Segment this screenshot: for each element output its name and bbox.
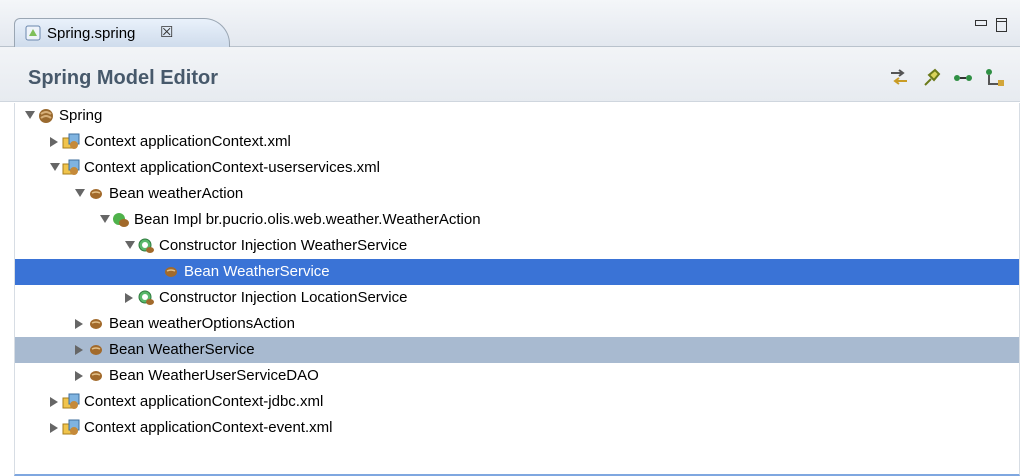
collapsed-arrow-icon[interactable] [75, 319, 83, 329]
spring-file-icon [25, 25, 41, 45]
bean-icon [87, 185, 105, 203]
page-title: Spring Model Editor [28, 67, 218, 89]
tree-row-label: Constructor Injection LocationService [159, 289, 408, 306]
expanded-arrow-icon[interactable] [100, 215, 110, 223]
tree-row[interactable]: Context applicationContext.xml [15, 129, 1019, 155]
context-icon [62, 419, 80, 437]
collapsed-arrow-icon[interactable] [75, 371, 83, 381]
expanded-arrow-icon[interactable] [125, 241, 135, 249]
collapsed-arrow-icon[interactable] [50, 397, 58, 407]
sync-icon[interactable] [888, 67, 910, 89]
collapsed-arrow-icon[interactable] [125, 293, 133, 303]
tree-row-label: Constructor Injection WeatherService [159, 237, 408, 254]
pin-icon[interactable] [920, 67, 942, 89]
hierarchy-icon[interactable] [984, 67, 1006, 89]
tree-row[interactable]: Bean weatherOptionsAction [15, 311, 1019, 337]
tab-spring-file[interactable]: Spring.spring ☒ [14, 18, 230, 47]
close-icon[interactable]: ☒ [160, 23, 173, 41]
tree-row[interactable]: Context applicationContext-jdbc.xml [15, 389, 1019, 415]
spring-model-tree: Spring Context applicationContext.xml Cont… [14, 103, 1020, 458]
expanded-arrow-icon[interactable] [75, 189, 85, 197]
collapsed-arrow-icon[interactable] [75, 345, 83, 355]
constructor-injection-icon [137, 237, 155, 255]
context-icon [62, 393, 80, 411]
tree-row[interactable]: Context applicationContext-event.xml [15, 415, 1019, 441]
bean-icon [87, 367, 105, 385]
editor-toolbar [888, 67, 1006, 89]
spring-icon [37, 107, 55, 125]
tree-row-label: Bean WeatherService [109, 341, 255, 358]
tree-row[interactable]: Constructor Injection LocationService [15, 285, 1019, 311]
editor-header: Spring Model Editor [0, 47, 1020, 102]
collapsed-arrow-icon[interactable] [50, 137, 58, 147]
tree-row[interactable]: Context applicationContext-userservices.… [15, 155, 1019, 181]
maximize-icon[interactable] [996, 18, 1007, 32]
context-icon [62, 159, 80, 177]
tree-row[interactable]: Bean WeatherService [15, 337, 1019, 363]
tree-row[interactable]: Bean WeatherService [15, 259, 1019, 285]
tree-row[interactable]: Bean Impl br.pucrio.olis.web.weather.Wea… [15, 207, 1019, 233]
minimize-icon[interactable] [975, 20, 987, 26]
expanded-arrow-icon[interactable] [50, 163, 60, 171]
bean-impl-icon [112, 211, 130, 229]
tab-label: Spring.spring [47, 25, 136, 42]
bean-icon [87, 341, 105, 359]
tree-row-label: Bean weatherAction [109, 185, 244, 202]
tree-row[interactable]: Spring [15, 103, 1019, 129]
tree-row[interactable]: Bean WeatherUserServiceDAO [15, 363, 1019, 389]
bean-icon [87, 315, 105, 333]
tree-row[interactable]: Bean weatherAction [15, 181, 1019, 207]
editor-tab-bar: Spring.spring ☒ [0, 0, 1020, 47]
tree-bottom-border [14, 458, 1020, 476]
tree-row-label: Context applicationContext-jdbc.xml [84, 393, 324, 410]
tree-row-label: Context applicationContext-userservices.… [84, 159, 380, 176]
tree-row-label: Context applicationContext-event.xml [84, 419, 333, 436]
tree-row-label: Context applicationContext.xml [84, 133, 291, 150]
tree-row-label: Spring [59, 107, 103, 124]
tree-row-label: Bean WeatherService [184, 263, 330, 280]
bean-icon [162, 263, 180, 281]
link-icon[interactable] [952, 67, 974, 89]
tree-row-label: Bean weatherOptionsAction [109, 315, 295, 332]
context-icon [62, 133, 80, 151]
collapsed-arrow-icon[interactable] [50, 423, 58, 433]
tree-row[interactable]: Constructor Injection WeatherService [15, 233, 1019, 259]
tree-row-label: Bean Impl br.pucrio.olis.web.weather.Wea… [134, 211, 481, 228]
expanded-arrow-icon[interactable] [25, 111, 35, 119]
tree-row-label: Bean WeatherUserServiceDAO [109, 367, 319, 384]
constructor-injection-icon [137, 289, 155, 307]
